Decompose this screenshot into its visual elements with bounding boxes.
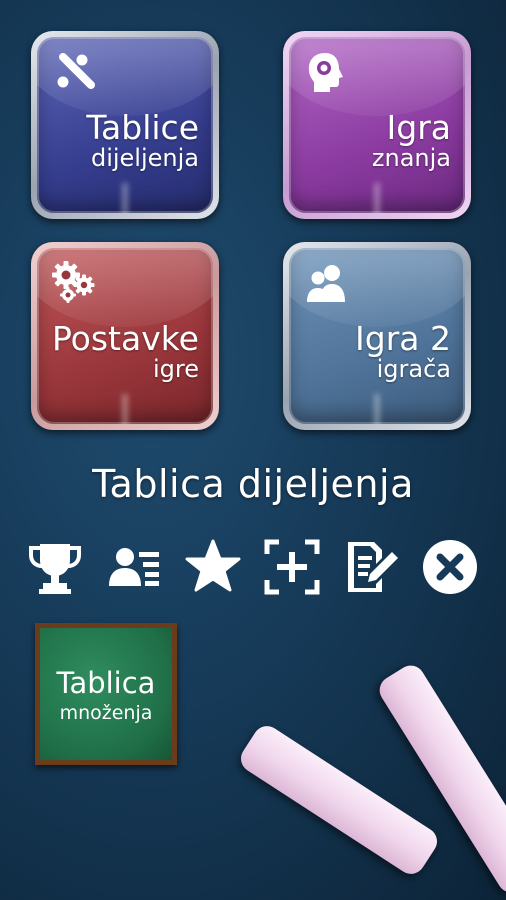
favorites-button[interactable]	[182, 536, 244, 598]
game-settings-label: Postavke igre	[51, 319, 199, 383]
edit-doc-icon	[348, 542, 398, 592]
division-tables-label: Tablice dijeljenja	[86, 108, 199, 172]
multiplication-tables-line1: Tablica	[56, 666, 156, 700]
two-player-game-tile-face: Igra 2 igrača	[289, 248, 465, 424]
page-title: Tablica dijeljenja	[92, 462, 414, 506]
knowledge-game-tile[interactable]: Igra znanja	[283, 31, 471, 219]
division-tables-tile[interactable]: Tablice dijeljenja	[31, 31, 219, 219]
game-settings-tile-face: Postavke igre	[37, 248, 213, 424]
game-settings-label-line1: Postavke	[51, 319, 199, 358]
two-player-game-label-line1: Igra 2	[355, 319, 451, 358]
gears-icon	[52, 261, 95, 303]
add-button[interactable]	[261, 536, 323, 598]
knowledge-game-label-line2: znanja	[371, 143, 451, 172]
two-player-game-label-line2: igrača	[376, 354, 451, 383]
two-player-game-tile[interactable]: Igra 2 igrača	[283, 242, 471, 430]
close-icon	[423, 540, 477, 594]
knowledge-game-label: Igra znanja	[371, 108, 451, 172]
users-icon	[307, 265, 345, 302]
edit-button[interactable]	[340, 536, 402, 598]
division-tables-label-line2: dijeljenja	[90, 143, 199, 172]
game-settings-tile[interactable]: Postavke igre	[31, 242, 219, 430]
star-icon	[185, 539, 241, 592]
profile-list-icon	[109, 548, 159, 586]
trophy-button[interactable]	[24, 536, 86, 598]
toolbar	[24, 536, 484, 598]
division-tables-label-line1: Tablice	[86, 108, 199, 147]
close-button[interactable]	[419, 536, 481, 598]
profiles-button[interactable]	[103, 536, 165, 598]
two-player-game-label: Igra 2 igrača	[355, 319, 451, 383]
division-tables-tile-face: Tablice dijeljenja	[37, 37, 213, 213]
game-settings-label-line2: igre	[152, 354, 199, 383]
divide-icon	[57, 53, 95, 89]
add-frame-icon	[264, 539, 320, 595]
head-icon	[308, 53, 343, 92]
multiplication-tables-line2: množenja	[59, 702, 153, 724]
trophy-icon	[29, 544, 81, 594]
knowledge-game-label-line1: Igra	[386, 108, 451, 147]
multiplication-tables-button[interactable]: Tablica množenja	[35, 623, 177, 765]
knowledge-game-tile-face: Igra znanja	[289, 37, 465, 213]
